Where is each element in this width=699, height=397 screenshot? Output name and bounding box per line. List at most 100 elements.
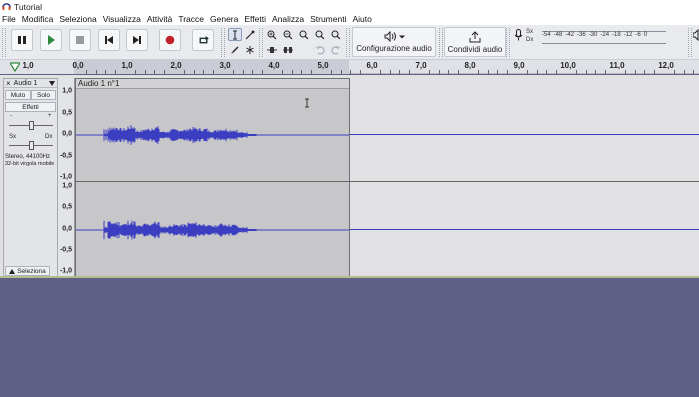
solo-button[interactable]: Solo: [31, 90, 56, 100]
vertical-ruler[interactable]: 1,0 0,5 0,0 -0,5 -1,0 1,0 0,5 0,0 -0,5 -…: [58, 78, 75, 277]
track-name[interactable]: Audio 1: [14, 80, 38, 87]
zoom-out-button[interactable]: [281, 28, 295, 41]
skip-to-end-button[interactable]: [126, 29, 148, 51]
select-track-button[interactable]: Seleziona: [5, 266, 50, 276]
effects-button[interactable]: Effetti: [5, 102, 56, 112]
draw-tool-button[interactable]: [228, 43, 242, 56]
menu-generate[interactable]: Genera: [210, 14, 238, 24]
share-audio-label: Condividi audio: [447, 44, 503, 54]
gain-slider-knob[interactable]: [29, 121, 34, 130]
recording-meter[interactable]: Sx Dx -54 -48 -42 -36 -30 -24 -18 -12 -6 0: [526, 29, 666, 46]
envelope-tool-button[interactable]: [243, 28, 257, 41]
toolbar-grip[interactable]: [346, 28, 350, 57]
menu-select[interactable]: Seleziona: [59, 14, 96, 24]
loop-button[interactable]: [192, 29, 214, 51]
fit-project-button[interactable]: [313, 28, 327, 41]
pan-right-label: Dx: [45, 134, 53, 140]
silence-button[interactable]: [281, 43, 295, 56]
multi-tool-button[interactable]: [243, 43, 257, 56]
timeline-minor-tick: [252, 70, 254, 74]
redo-button[interactable]: [329, 43, 343, 56]
title-bar: Tutorial: [0, 0, 699, 13]
pan-slider-knob[interactable]: [29, 141, 34, 150]
vruler-label: 0,5: [62, 203, 72, 211]
timeline-minor-tick: [487, 70, 489, 74]
skip-to-start-button[interactable]: [98, 29, 120, 51]
timeline-minor-tick: [585, 70, 587, 74]
vruler-label: -0,5: [59, 246, 72, 254]
timeline-minor-tick: [213, 70, 215, 74]
empty-track-region[interactable]: [305, 78, 699, 277]
play-button[interactable]: [40, 29, 62, 51]
timeline-minor-tick: [350, 70, 352, 74]
meter-tick: 0: [643, 32, 648, 38]
meter-tick: -42: [565, 32, 575, 38]
right-channel-centerline: [350, 229, 699, 230]
audacity-logo-icon: [2, 3, 11, 11]
record-button[interactable]: [159, 29, 181, 51]
toolbar-grip[interactable]: [259, 28, 263, 57]
timeline-minor-tick: [507, 70, 509, 74]
timeline-ruler[interactable]: 1,0 0,0 1,0 2,0 3,0 4,0 5,0 6,0 7,0 8,0 9,0 10,0 11…: [0, 60, 699, 74]
vruler-label: 1,0: [62, 87, 72, 95]
skip-start-icon: [105, 36, 113, 44]
toolbar-grip[interactable]: [506, 28, 510, 57]
empty-workspace[interactable]: [0, 278, 699, 397]
toolbar-grip[interactable]: [439, 28, 443, 57]
timeline-minor-tick: [693, 70, 695, 74]
timeline-tick-label: 12,0: [658, 61, 674, 70]
timeline-tick-label: 1,0: [121, 61, 133, 70]
fit-selection-button[interactable]: [297, 28, 311, 41]
menu-view[interactable]: Visualizza: [103, 14, 141, 24]
loop-icon: [199, 35, 209, 43]
timeline-minor-tick: [311, 70, 313, 74]
microphone-icon: [514, 29, 523, 41]
timeline-minor-tick: [654, 70, 656, 74]
menu-file[interactable]: File: [2, 14, 16, 24]
timeline-tick-label: 0,0: [72, 61, 84, 70]
pencil-icon: [231, 46, 239, 54]
undo-button[interactable]: [313, 43, 327, 56]
menu-help[interactable]: Aiuto: [352, 14, 371, 24]
zoom-toggle-button[interactable]: [329, 28, 343, 41]
menu-tracks[interactable]: Tracce: [178, 14, 204, 24]
toolbar-grip[interactable]: [688, 28, 692, 57]
menu-edit[interactable]: Modifica: [22, 14, 54, 24]
pause-button[interactable]: [11, 29, 33, 51]
timeline-minor-tick: [301, 70, 303, 74]
timeline-minor-tick: [330, 70, 332, 74]
stop-button[interactable]: [69, 29, 91, 51]
menu-effects[interactable]: Effetti: [244, 14, 266, 24]
audio-setup-button[interactable]: Configurazione audio: [352, 27, 436, 57]
zoom-in-button[interactable]: [265, 28, 279, 41]
left-channel-centerline: [350, 134, 699, 135]
waveform: [76, 125, 349, 240]
timeline-minor-tick: [360, 70, 362, 74]
asterisk-icon: [246, 45, 254, 54]
collapse-arrow-icon: [9, 268, 16, 274]
meter-tick: -18: [612, 32, 621, 38]
timeline-minor-tick: [428, 70, 430, 74]
timeline-tick-label: 4,0: [268, 61, 280, 70]
play-icon: [48, 35, 55, 45]
track-menu-icon[interactable]: [49, 80, 55, 86]
zoom-out-icon: [283, 30, 293, 39]
clip-title[interactable]: Audio 1 n°1: [76, 79, 349, 89]
menu-analyze[interactable]: Analizza: [272, 14, 304, 24]
toolbar-grip[interactable]: [221, 28, 225, 57]
trim-button[interactable]: [265, 43, 279, 56]
close-track-icon[interactable]: ×: [6, 79, 11, 88]
mute-button[interactable]: Muto: [5, 90, 31, 100]
stop-icon: [76, 36, 84, 44]
timeline-minor-tick: [105, 70, 107, 74]
toolbar-grip[interactable]: [2, 28, 6, 57]
menu-transport[interactable]: Attività: [147, 14, 173, 24]
menu-tools[interactable]: Strumenti: [310, 14, 346, 24]
select-track-label: Seleziona: [17, 267, 46, 275]
timeline-minor-tick: [526, 70, 528, 74]
selection-tool-button[interactable]: [228, 28, 242, 41]
timeline-minor-tick: [438, 70, 440, 74]
zoom-selection-icon: [299, 30, 309, 39]
track-format-bits: 32-bit virgola mobile: [5, 161, 55, 167]
share-audio-button[interactable]: Condividi audio: [444, 27, 506, 57]
